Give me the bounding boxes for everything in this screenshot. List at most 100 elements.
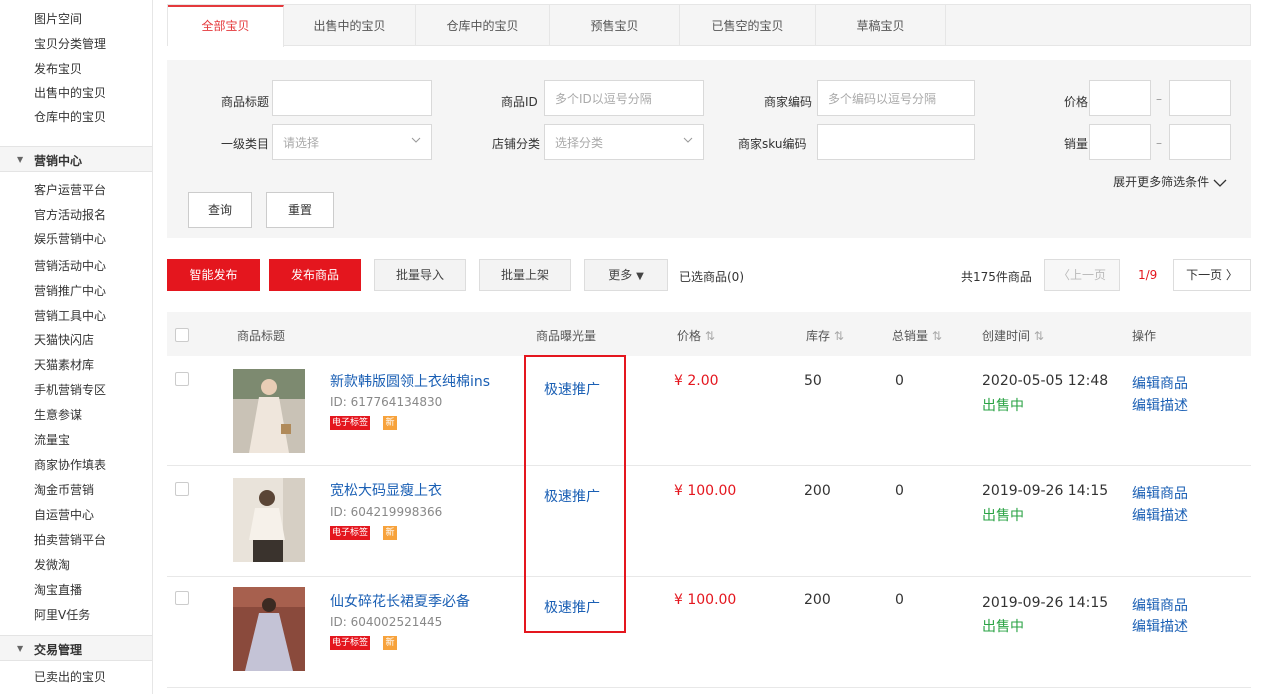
quick-promote-link[interactable]: 极速推广 [544,597,600,617]
select-all-checkbox[interactable] [175,328,189,342]
sidebar-item-tmall-assets[interactable]: 天猫素材库 [34,356,94,373]
sidebar-item-activity-signup[interactable]: 官方活动报名 [34,206,106,223]
quick-promote-link[interactable]: 极速推广 [544,486,600,506]
product-title-link[interactable]: 仙女碎花长裙夏季必备 [330,591,470,611]
sales-value: 0 [895,373,904,389]
smart-publish-button[interactable]: 智能发布 [167,259,260,291]
page-indicator: 1/9 [1138,268,1158,282]
range-dash: – [1156,92,1162,106]
sort-icon: ⇅ [704,329,715,343]
col-stock[interactable]: 库存 ⇅ [806,327,844,344]
selected-count: 已选商品(0) [679,270,744,284]
sidebar-item-live[interactable]: 淘宝直播 [34,581,82,598]
sidebar-section-label: 营销中心 [34,154,83,168]
batch-list-button[interactable]: 批量上架 [479,259,571,291]
quick-promote-link[interactable]: 极速推广 [544,379,600,399]
edit-product-link[interactable]: 编辑商品 [1132,373,1188,393]
sidebar-item-on-sale[interactable]: 出售中的宝贝 [34,84,106,101]
table-row: 仙女碎花长裙夏季必备 ID: 604002521445 电子标签 新 极速推广 … [167,577,1251,688]
sidebar-item-category-manage[interactable]: 宝贝分类管理 [34,35,106,52]
tab-draft[interactable]: 草稿宝贝 [816,5,946,46]
row-checkbox[interactable] [175,372,189,386]
id-input[interactable]: 多个ID以逗号分隔 [544,80,704,116]
sidebar-item-activity-center[interactable]: 营销活动中心 [34,257,106,274]
query-button[interactable]: 查询 [188,192,252,228]
col-price[interactable]: 价格 ⇅ [677,327,715,344]
new-badge: 新 [383,416,397,430]
col-exposure: 商品曝光量 [536,329,597,343]
row-checkbox[interactable] [175,482,189,496]
sales-max-input[interactable] [1169,124,1231,160]
sidebar-item-auction[interactable]: 拍卖营销平台 [34,531,106,548]
shop-category-placeholder: 选择分类 [555,136,604,150]
edit-product-link[interactable]: 编辑商品 [1132,595,1188,615]
sort-icon: ⇅ [1033,329,1044,343]
price-max-input[interactable] [1169,80,1231,116]
row-checkbox[interactable] [175,591,189,605]
sku-input[interactable] [817,124,975,160]
tab-bar: 全部宝贝 出售中的宝贝 仓库中的宝贝 预售宝贝 已售空的宝贝 草稿宝贝 [167,4,1251,47]
col-sales[interactable]: 总销量 ⇅ [892,327,942,344]
sidebar-item-publish[interactable]: 发布宝贝 [34,60,82,77]
filter-panel: 商品标题 商品ID 多个ID以逗号分隔 商家编码 多个编码以逗号分隔 价格 – … [167,60,1251,238]
tab-warehouse[interactable]: 仓库中的宝贝 [416,5,550,46]
category-select[interactable]: 请选择 [272,124,432,160]
code-input[interactable]: 多个编码以逗号分隔 [817,80,975,116]
product-thumbnail[interactable] [233,478,305,562]
sidebar-item-customer-ops[interactable]: 客户运营平台 [34,181,106,198]
sidebar-section-trade[interactable]: ▼ 交易管理 [0,635,152,661]
edit-description-link[interactable]: 编辑描述 [1132,395,1188,415]
sales-min-input[interactable] [1089,124,1151,160]
stock-value: 50 [804,373,822,389]
reset-button[interactable]: 重置 [266,192,334,228]
status-badge: 出售中 [982,508,1024,524]
edit-product-link[interactable]: 编辑商品 [1132,483,1188,503]
sidebar-item-entertainment[interactable]: 娱乐营销中心 [34,230,106,247]
prev-page-button[interactable]: 〈上一页 [1044,259,1120,291]
product-thumbnail[interactable] [233,369,305,453]
sidebar-item-image-space[interactable]: 图片空间 [34,10,82,27]
chevron-down-icon [1213,179,1227,187]
sidebar-item-self-ops[interactable]: 自运营中心 [34,506,94,523]
e-label-badge: 电子标签 [330,526,371,540]
title-input[interactable] [272,80,432,116]
tab-all[interactable]: 全部宝贝 [168,5,284,47]
sidebar-item-v-task[interactable]: 阿里V任务 [34,606,90,623]
next-page-label: 下一页 [1186,268,1223,282]
sidebar-item-mobile-marketing[interactable]: 手机营销专区 [34,381,106,398]
col-created[interactable]: 创建时间 ⇅ [982,327,1044,344]
product-thumbnail[interactable] [233,587,305,671]
tab-presale[interactable]: 预售宝贝 [550,5,680,46]
sidebar-item-weitao[interactable]: 发微淘 [34,556,70,573]
sidebar-item-tools-center[interactable]: 营销工具中心 [34,307,106,324]
sidebar-item-sold[interactable]: 已卖出的宝贝 [34,668,106,685]
product-id: ID: 604219998366 [330,505,443,519]
chevron-left-icon: 〈 [1057,268,1070,282]
price-value: ¥ 2.00 [674,373,719,389]
sidebar-item-tmall-flash[interactable]: 天猫快闪店 [34,331,94,348]
sidebar-section-marketing[interactable]: ▼ 营销中心 [0,146,152,172]
expand-filters-link[interactable]: 展开更多筛选条件 [1113,173,1227,190]
table-header: 商品标题 商品曝光量 价格 ⇅ 库存 ⇅ 总销量 ⇅ 创建时间 ⇅ 操作 [167,312,1251,356]
tab-sold-out[interactable]: 已售空的宝贝 [680,5,816,46]
product-title-link[interactable]: 宽松大码显瘦上衣 [330,480,442,500]
publish-button[interactable]: 发布商品 [269,259,361,291]
sidebar-item-collab-form[interactable]: 商家协作填表 [34,456,106,473]
batch-import-button[interactable]: 批量导入 [374,259,466,291]
edit-description-link[interactable]: 编辑描述 [1132,505,1188,525]
product-title-link[interactable]: 新款韩版圆领上衣纯棉ins [330,371,490,391]
sidebar-item-warehouse[interactable]: 仓库中的宝贝 [34,108,106,125]
title-label: 商品标题 [221,95,270,109]
edit-description-link[interactable]: 编辑描述 [1132,616,1188,636]
new-badge: 新 [383,636,397,650]
shop-category-select[interactable]: 选择分类 [544,124,704,160]
sidebar-item-business-advisor[interactable]: 生意参谋 [34,406,82,423]
sidebar-item-gold-coin[interactable]: 淘金币营销 [34,481,94,498]
sidebar-item-traffic[interactable]: 流量宝 [34,431,70,448]
tab-on-sale[interactable]: 出售中的宝贝 [284,5,416,46]
sidebar-item-promotion-center[interactable]: 营销推广中心 [34,282,106,299]
next-page-button[interactable]: 下一页 〉 [1173,259,1251,291]
e-label-badge: 电子标签 [330,416,371,430]
more-button[interactable]: 更多 ▼ [584,259,668,291]
price-min-input[interactable] [1089,80,1151,116]
